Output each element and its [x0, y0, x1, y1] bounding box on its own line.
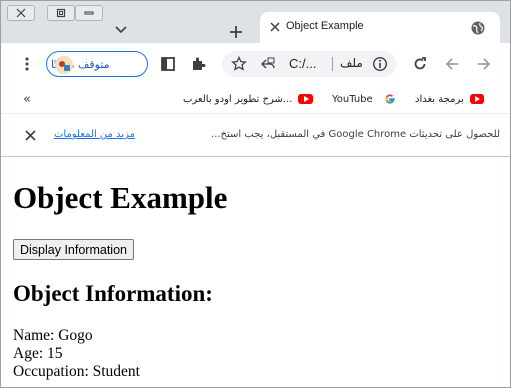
close-window-button[interactable] [7, 5, 35, 21]
info-icon[interactable] [372, 56, 388, 72]
update-infobar: مزيد من المعلومات للحصول على تحديثات Goo… [1, 113, 510, 157]
bookmarks-bar: « شرح تطوير اودو بالعرب... YouTube برمجة… [1, 85, 510, 113]
occupation-line: Occupation: Student [13, 363, 140, 380]
plus-icon [230, 26, 242, 38]
more-vert-icon [25, 57, 29, 71]
google-icon [385, 94, 395, 104]
bookmark-odoo[interactable]: شرح تطوير اودو بالعرب... [183, 91, 313, 107]
globe-icon [471, 21, 485, 35]
arrow-left-icon [445, 58, 458, 70]
file-scheme-label: ملف [340, 56, 363, 70]
browser-window: Object Example متوقف مؤقتًا C:/... ملف «… [0, 0, 511, 388]
star-icon[interactable] [231, 56, 247, 72]
side-panel-icon [161, 57, 175, 71]
puzzle-icon [193, 57, 206, 70]
maximize-window-button[interactable] [47, 5, 75, 21]
age-line: Age: 15 [13, 345, 63, 362]
reload-icon [414, 57, 426, 70]
close-icon [270, 22, 280, 32]
name-line: Name: Gogo [13, 327, 93, 344]
forward-button[interactable] [474, 54, 494, 74]
tab-search-button[interactable] [112, 21, 130, 39]
youtube-icon [469, 94, 484, 104]
avatar [55, 56, 73, 74]
page-content: Object Example Display Information Objec… [1, 158, 510, 387]
bookmark-label: شرح تطوير اودو بالعرب... [183, 93, 293, 105]
tab-title: Object Example [286, 20, 364, 32]
tab-object-example[interactable]: Object Example [260, 12, 500, 43]
url-text[interactable]: C:/... [289, 56, 316, 71]
bookmark-label: برمجة بغداد [415, 93, 464, 105]
reload-button[interactable] [410, 54, 430, 74]
profile-button[interactable]: متوقف مؤقتًا [46, 51, 148, 77]
tab-close-button[interactable] [268, 20, 282, 34]
side-panel-button[interactable] [158, 54, 178, 74]
close-icon [24, 129, 36, 141]
address-bar[interactable]: C:/... ملف [222, 51, 396, 77]
browser-toolbar: متوقف مؤقتًا C:/... ملف [1, 43, 510, 85]
omnibox-divider [332, 57, 333, 71]
youtube-icon [299, 94, 313, 104]
minimize-icon [84, 11, 94, 15]
bookmark-youtube[interactable]: YouTube [332, 91, 373, 107]
close-icon [16, 8, 26, 18]
back-button[interactable] [442, 54, 462, 74]
menu-button[interactable] [17, 54, 37, 74]
tab-strip: Object Example [1, 1, 510, 43]
page-heading: Object Example [13, 180, 228, 215]
learn-more-link[interactable]: مزيد من المعلومات [54, 129, 135, 140]
bookmark-label: YouTube [332, 93, 373, 105]
chevron-down-icon [115, 26, 127, 34]
new-tab-button[interactable] [225, 21, 247, 43]
infobar-message: للحصول على تحديثات Google Chrome في المس… [211, 129, 500, 140]
minimize-window-button[interactable] [75, 5, 103, 21]
bookmark-baghdad[interactable]: برمجة بغداد [415, 91, 484, 107]
display-information-button[interactable]: Display Information [13, 239, 134, 260]
bookmark-google[interactable] [384, 91, 396, 107]
object-info-heading: Object Information: [13, 281, 213, 306]
share-icon[interactable] [260, 56, 276, 72]
extensions-button[interactable] [189, 54, 209, 74]
object-info-output: Name: Gogo Age: 15 Occupation: Student [13, 327, 140, 381]
infobar-close-button[interactable] [21, 126, 39, 144]
arrow-right-icon [478, 58, 491, 70]
bookmarks-overflow-button[interactable]: « [23, 91, 31, 107]
restore-icon [56, 8, 66, 18]
